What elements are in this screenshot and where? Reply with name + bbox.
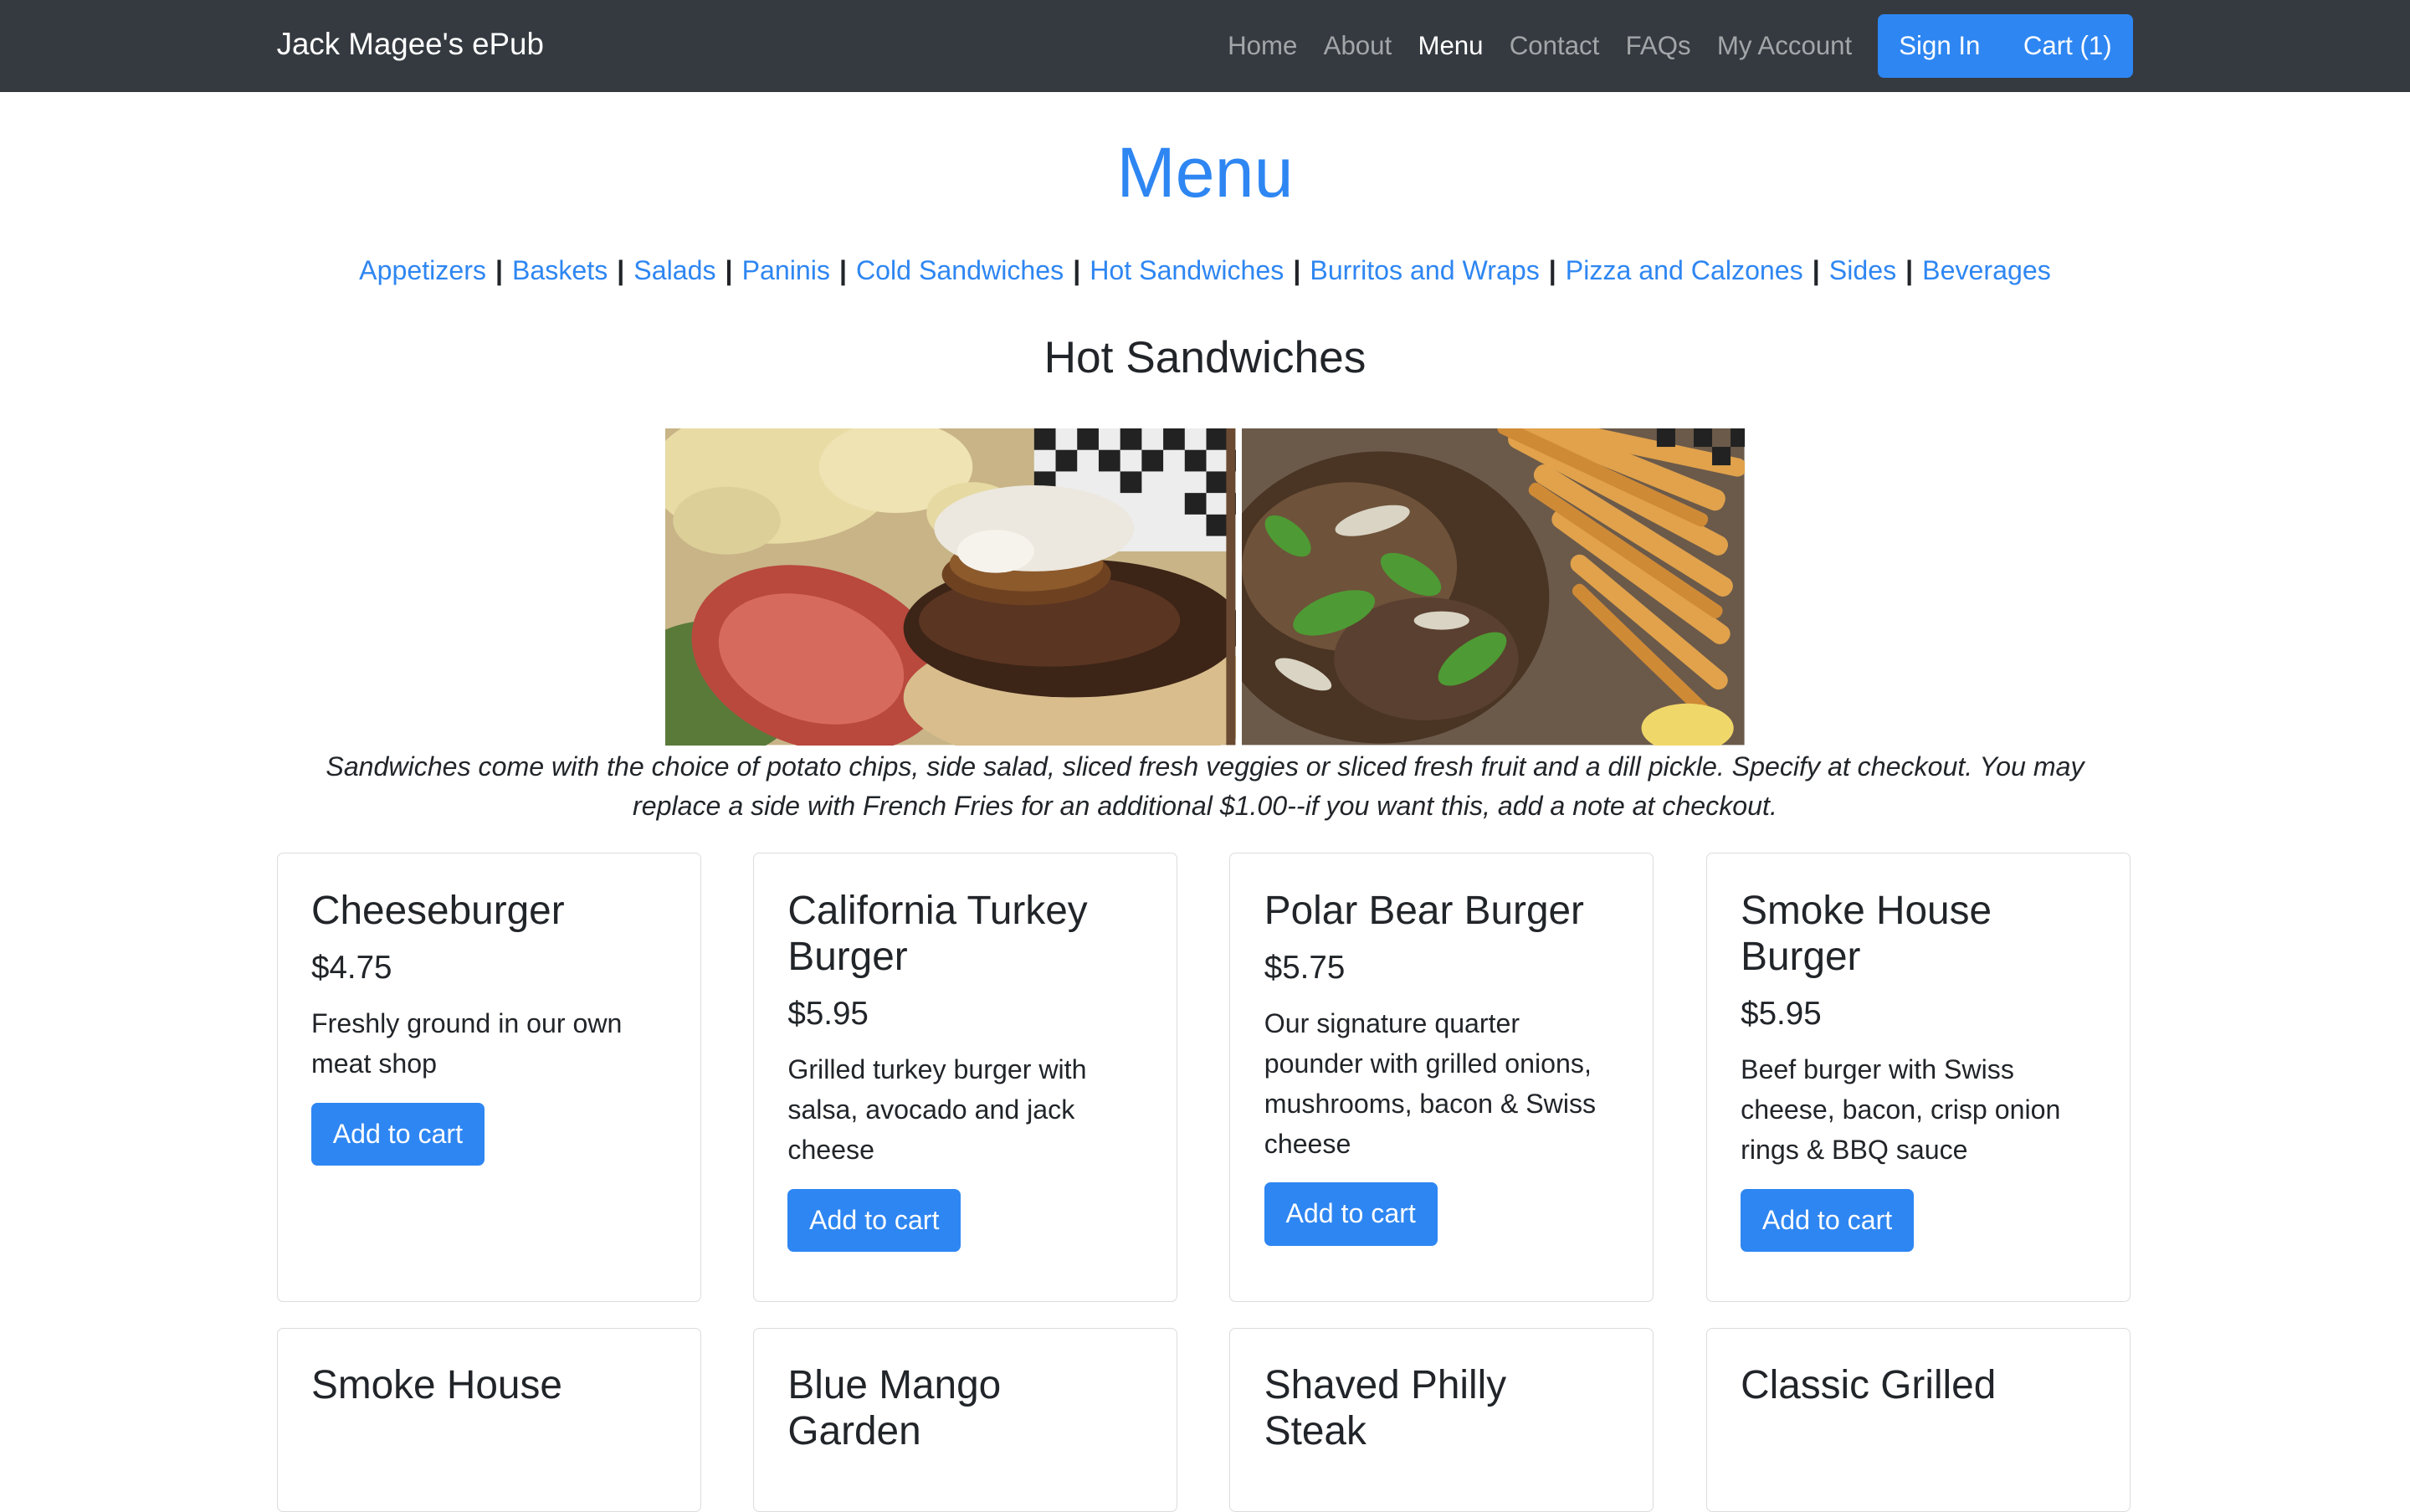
menu-item-card: Smoke House <box>276 1327 701 1512</box>
category-link-salads[interactable]: Salads <box>633 255 715 285</box>
cart-button[interactable]: Cart (1) <box>2002 14 2134 78</box>
category-link-hot-sandwiches[interactable]: Hot Sandwiches <box>1090 255 1284 285</box>
item-description: Beef burger with Swiss cheese, bacon, cr… <box>1741 1054 2061 1165</box>
brand-logo-text[interactable]: Jack Magee's ePub <box>277 0 544 92</box>
nav-home[interactable]: Home <box>1215 31 1311 61</box>
item-description: Grilled turkey burger with salsa, avocad… <box>787 1054 1087 1165</box>
menu-item-card: Polar Bear Burger $5.75 Our signature qu… <box>1229 853 1654 1302</box>
category-separator: | <box>495 254 503 285</box>
menu-item-card: Blue Mango Garden <box>752 1327 1177 1512</box>
category-link-baskets[interactable]: Baskets <box>512 255 608 285</box>
sign-in-button[interactable]: Sign In <box>1877 14 2002 78</box>
item-name: Classic Grilled <box>1741 1363 1997 1408</box>
category-separator: | <box>838 254 847 285</box>
item-name: California Turkey Burger <box>787 888 1088 979</box>
item-name: Shaved Philly Steak <box>1264 1363 1507 1454</box>
item-name: Cheeseburger <box>311 888 565 933</box>
burger-photo <box>665 428 1236 746</box>
nav-faqs[interactable]: FAQs <box>1613 31 1704 61</box>
add-to-cart-button[interactable]: Add to cart <box>787 1188 961 1252</box>
item-price: $5.95 <box>787 995 869 1032</box>
category-link-pizza-calzones[interactable]: Pizza and Calzones <box>1566 255 1803 285</box>
menu-item-card: Cheeseburger $4.75 Freshly ground in our… <box>276 853 701 1302</box>
category-link-paninis[interactable]: Paninis <box>742 255 830 285</box>
category-link-cold-sandwiches[interactable]: Cold Sandwiches <box>856 255 1064 285</box>
page-title: Menu <box>1116 132 1294 212</box>
menu-item-card: California Turkey Burger $5.95 Grilled t… <box>752 853 1177 1302</box>
item-description: Our signature quarter pounder with grill… <box>1264 1008 1597 1159</box>
category-separator: | <box>1293 254 1301 285</box>
category-separator: | <box>725 254 733 285</box>
category-nav: Appetizers | Baskets | Salads | Paninis | Cold S… <box>0 255 2410 286</box>
category-link-burritos-wraps[interactable]: Burritos and Wraps <box>1310 255 1539 285</box>
sandwich-note: Sandwiches come with the choice of potat… <box>326 751 2084 822</box>
nav-contact[interactable]: Contact <box>1496 31 1613 61</box>
category-separator: | <box>1548 254 1556 285</box>
add-to-cart-button[interactable]: Add to cart <box>311 1102 485 1166</box>
menu-item-card: Shaved Philly Steak <box>1229 1327 1654 1512</box>
navbar: Jack Magee's ePub Home About Menu Contac… <box>0 0 2410 93</box>
menu-item-card: Smoke House Burger $5.95 Beef burger wit… <box>1705 853 2131 1302</box>
add-to-cart-button[interactable]: Add to cart <box>1741 1188 1914 1252</box>
category-separator: | <box>1812 254 1820 285</box>
nav-menu[interactable]: Menu <box>1405 31 1496 61</box>
menu-item-card: Classic Grilled <box>1705 1327 2131 1512</box>
category-separator: | <box>1905 254 1914 285</box>
item-name: Smoke House Burger <box>1741 888 1992 979</box>
category-link-beverages[interactable]: Beverages <box>1922 255 2051 285</box>
item-name: Smoke House <box>311 1363 562 1408</box>
item-price: $5.75 <box>1264 949 1346 986</box>
category-separator: | <box>1073 254 1081 285</box>
nav-my-account[interactable]: My Account <box>1704 31 1865 61</box>
item-price: $5.95 <box>1741 995 1822 1032</box>
item-price: $4.75 <box>311 949 392 986</box>
section-title: Hot Sandwiches <box>1043 332 1367 382</box>
category-link-appetizers[interactable]: Appetizers <box>359 255 486 285</box>
item-name: Blue Mango Garden <box>787 1363 1002 1454</box>
nav-links: Home About Menu Contact FAQs My Account … <box>1215 0 2134 92</box>
nav-about[interactable]: About <box>1310 31 1405 61</box>
category-link-sides[interactable]: Sides <box>1829 255 1896 285</box>
category-separator: | <box>617 254 625 285</box>
add-to-cart-button[interactable]: Add to cart <box>1264 1182 1438 1246</box>
item-description: Freshly ground in our own meat shop <box>311 1008 623 1079</box>
item-name: Polar Bear Burger <box>1264 888 1584 933</box>
philly-steak-photo <box>1242 428 1745 746</box>
